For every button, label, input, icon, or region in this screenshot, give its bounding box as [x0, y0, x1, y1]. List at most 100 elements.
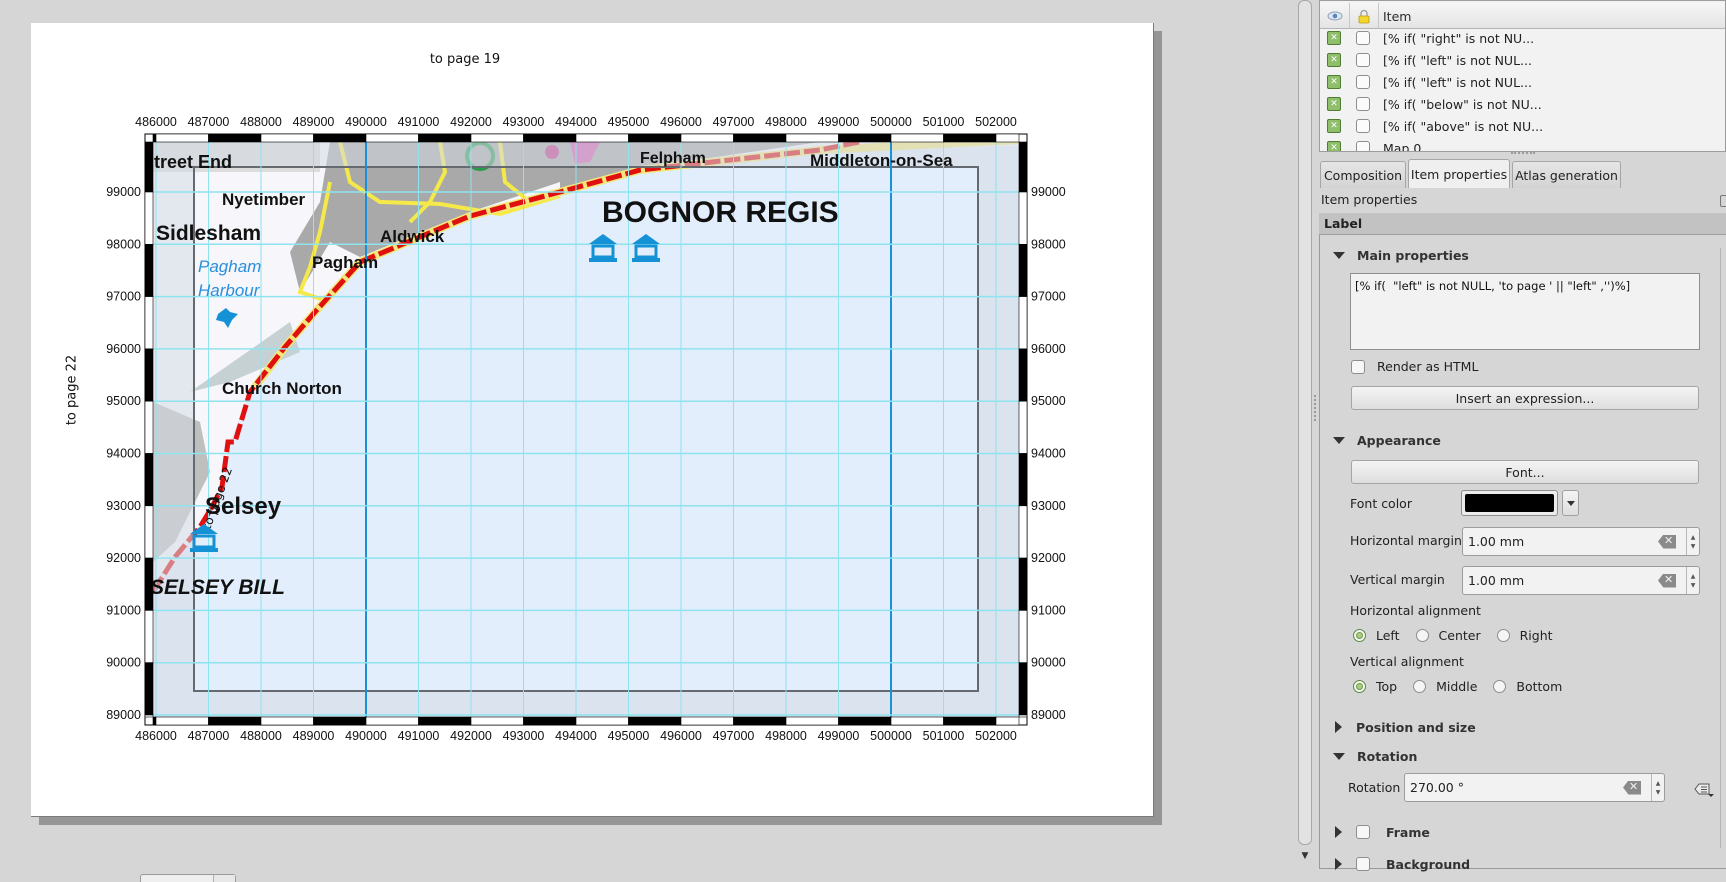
visibility-checkbox[interactable]: ✕: [1327, 53, 1341, 67]
h-align-center-radio[interactable]: Center: [1415, 628, 1481, 643]
items-list-row[interactable]: ✕ [% if( "left" is not NUL...: [1320, 49, 1725, 71]
lock-column-header[interactable]: [1350, 3, 1379, 29]
horizontal-margin-value[interactable]: 1.00 mm: [1463, 534, 1658, 549]
y-axis-label-left: 92000: [106, 551, 141, 565]
items-list-row[interactable]: ✕ [% if( "above" is not NU...: [1320, 115, 1725, 137]
frame-tick-bottom: [470, 716, 524, 726]
frame-tick-left: [144, 505, 154, 559]
lock-checkbox[interactable]: [1356, 97, 1370, 111]
label-above[interactable]: to page 19: [430, 52, 500, 67]
rotation-spinbox[interactable]: 270.00 ° ▲▼: [1404, 773, 1665, 802]
tab-composition[interactable]: Composition: [1320, 161, 1406, 188]
section-frame[interactable]: Frame: [1333, 822, 1430, 842]
float-panel-icon[interactable]: [1720, 195, 1726, 207]
insert-expression-button[interactable]: Insert an expression...: [1351, 386, 1699, 410]
x-axis-label-bottom: 495000: [608, 729, 650, 743]
icon-part: [190, 548, 218, 552]
radio-button[interactable]: [1415, 629, 1429, 642]
lock-checkbox[interactable]: [1356, 75, 1370, 89]
v-align-middle-radio[interactable]: Middle: [1413, 679, 1477, 694]
radio-button[interactable]: [1353, 629, 1366, 642]
items-list-row[interactable]: ✕ [% if( "right" is not NU...: [1320, 27, 1725, 49]
font-button[interactable]: Font...: [1351, 460, 1699, 484]
radio-button[interactable]: [1493, 680, 1507, 693]
visibility-checkbox[interactable]: ✕: [1327, 119, 1341, 133]
frame-tick-top: [733, 133, 787, 143]
tab-atlas-generation[interactable]: Atlas generation: [1512, 161, 1621, 188]
radio-button[interactable]: [1496, 629, 1510, 642]
items-list-row[interactable]: ✕ [% if( "left" is not NUL...: [1320, 71, 1725, 93]
clear-icon[interactable]: [1623, 780, 1641, 795]
section-position-and-size[interactable]: Position and size: [1333, 717, 1476, 737]
list-splitter-handle[interactable]: [1511, 152, 1535, 158]
y-axis-label-right: 95000: [1031, 394, 1066, 408]
rotation-value[interactable]: 270.00 °: [1405, 780, 1623, 795]
v-align-top-radio[interactable]: Top: [1353, 679, 1397, 694]
visibility-checkbox[interactable]: ✕: [1327, 31, 1341, 45]
dock-splitter-handle[interactable]: [1314, 395, 1317, 421]
place-label-street_end: treet End: [154, 152, 232, 172]
spin-arrows[interactable]: ▲ ▼: [1651, 774, 1664, 801]
checkbox[interactable]: [1351, 359, 1365, 374]
frame-checkbox[interactable]: [1356, 825, 1370, 839]
x-axis-label-bottom: 496000: [660, 729, 702, 743]
visibility-checkbox[interactable]: ✕: [1327, 97, 1341, 111]
x-axis-label-top: 494000: [555, 115, 597, 129]
vertical-margin-value[interactable]: 1.00 mm: [1463, 573, 1658, 588]
spin-arrows[interactable]: ▲ ▼: [1686, 528, 1699, 555]
section-title: Position and size: [1356, 719, 1476, 735]
radio-label: Right: [1519, 628, 1553, 643]
lock-checkbox[interactable]: [1356, 119, 1370, 133]
x-axis-label-bottom: 498000: [765, 729, 807, 743]
h-align-right-radio[interactable]: Right: [1496, 628, 1553, 643]
background-checkbox[interactable]: [1356, 857, 1370, 871]
spin-arrows[interactable]: ▲ ▼: [1686, 567, 1699, 594]
x-axis-label-bottom: 489000: [293, 729, 335, 743]
label-left[interactable]: to page 22: [65, 355, 80, 425]
clear-icon[interactable]: [1658, 573, 1676, 588]
section-appearance[interactable]: Appearance: [1333, 430, 1441, 450]
zoom-combo-arrow[interactable]: [213, 875, 235, 882]
visibility-checkbox[interactable]: ✕: [1327, 75, 1341, 89]
tab-item-properties[interactable]: Item properties: [1408, 159, 1510, 188]
items-list-row[interactable]: ✕ [% if( "below" is not NU...: [1320, 93, 1725, 115]
label-text-input[interactable]: [1350, 273, 1700, 350]
v-align-bottom-radio[interactable]: Bottom: [1493, 679, 1562, 694]
properties-scrollbar[interactable]: [1720, 248, 1726, 848]
visibility-checkbox[interactable]: ✕: [1327, 141, 1341, 151]
data-defined-override-icon[interactable]: [1691, 780, 1715, 798]
rotation-label: Rotation: [1348, 780, 1401, 795]
place-label-pagham_harbour_1: Pagham: [198, 257, 261, 276]
items-list-row[interactable]: ✕ Map 0: [1320, 137, 1725, 151]
horizontal-margin-spinbox[interactable]: 1.00 mm ▲▼: [1462, 527, 1700, 556]
frame-tick-bottom: [152, 716, 157, 726]
scroll-down-arrow-icon[interactable]: ▼: [1298, 850, 1312, 862]
render-as-html-checkbox[interactable]: Render as HTML: [1351, 359, 1478, 374]
item-properties-panel: Item ✕ [% if( "right" is not NU... ✕ [% if(…: [1319, 0, 1726, 882]
dock-scrollbar[interactable]: [1298, 0, 1312, 845]
horizontal-alignment-label: Horizontal alignment: [1350, 603, 1481, 618]
font-color-dropdown[interactable]: [1562, 490, 1579, 516]
item-column-header[interactable]: Item: [1379, 3, 1725, 29]
vertical-margin-spinbox[interactable]: 1.00 mm ▲▼: [1462, 566, 1700, 595]
font-color-swatch: [1465, 494, 1554, 512]
x-axis-label-top: 486000: [135, 115, 177, 129]
section-background[interactable]: Background: [1333, 854, 1470, 874]
font-color-button[interactable]: [1461, 490, 1558, 516]
map-item[interactable]: treet EndNyetimberSidlesham AldwickPagham…: [0, 0, 1290, 882]
section-rotation[interactable]: Rotation: [1333, 746, 1417, 766]
zoom-combo[interactable]: [140, 874, 236, 882]
lock-checkbox[interactable]: [1356, 53, 1370, 67]
expand-triangle-icon: [1335, 826, 1342, 838]
visibility-column-header[interactable]: [1320, 3, 1350, 29]
radio-button[interactable]: [1353, 680, 1366, 693]
radio-button[interactable]: [1413, 680, 1427, 693]
lock-checkbox[interactable]: [1356, 141, 1370, 151]
lock-checkbox[interactable]: [1356, 31, 1370, 45]
items-list[interactable]: Item ✕ [% if( "right" is not NU... ✕ [% if(…: [1319, 0, 1726, 152]
section-main-properties[interactable]: Main properties: [1333, 245, 1469, 265]
frame-tick-left: [144, 557, 154, 611]
composer-canvas[interactable]: treet End Nyetimber Sidlesham Aldwick Pagham…: [0, 0, 1290, 882]
clear-icon[interactable]: [1658, 534, 1676, 549]
h-align-left-radio[interactable]: Left: [1353, 628, 1400, 643]
